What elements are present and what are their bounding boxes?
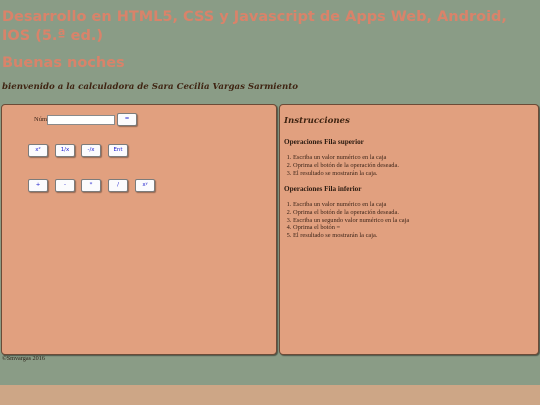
integer-button[interactable]: Ent — [108, 144, 128, 157]
list-item: Oprima el botón de la operación deseada. — [293, 209, 409, 217]
list-item: Oprima el botón de la operación deseada. — [293, 162, 399, 170]
list-item: Escriba un valor numérico en la caja — [293, 154, 399, 162]
bottom-bar — [0, 385, 540, 405]
list-item: Oprima el botón = — [293, 224, 409, 232]
bottom-row-heading: Operaciones Fila inferior — [284, 185, 362, 193]
calculator-panel — [1, 104, 277, 355]
bottom-row-steps: Escriba un valor numérico en la caja Opr… — [284, 201, 409, 240]
top-row-heading: Operaciones Fila superior — [284, 138, 364, 146]
divide-button[interactable]: / — [108, 179, 128, 192]
number-input[interactable] — [47, 115, 115, 125]
multiply-button[interactable]: * — [81, 179, 101, 192]
instructions-title: Instrucciones — [284, 116, 350, 126]
power-button[interactable]: xʸ — [135, 179, 155, 192]
negate-button[interactable]: -/x — [81, 144, 101, 157]
reciprocal-button[interactable]: 1/x — [55, 144, 75, 157]
top-row-steps: Escriba un valor numérico en la caja Opr… — [284, 154, 399, 177]
list-item: Escriba un segundo valor numérico en la … — [293, 217, 409, 225]
square-button[interactable]: x² — [28, 144, 48, 157]
footer-copyright: ©Smvargas 2016 — [2, 355, 45, 362]
greeting-heading: Buenas noches — [2, 55, 125, 71]
add-button[interactable]: + — [28, 179, 48, 192]
subtract-button[interactable]: - — [55, 179, 75, 192]
page-title: Desarrollo en HTML5, CSS y Javascript de… — [2, 9, 507, 44]
list-item: Escriba un valor numérico en la caja — [293, 201, 409, 209]
welcome-message: bienvenido a la calculadora de Sara Ceci… — [2, 82, 298, 92]
list-item: El resultado se mostrarán la caja. — [293, 170, 399, 178]
list-item: El resultado se mostrarán la caja. — [293, 232, 409, 240]
equals-button[interactable]: = — [117, 113, 137, 126]
